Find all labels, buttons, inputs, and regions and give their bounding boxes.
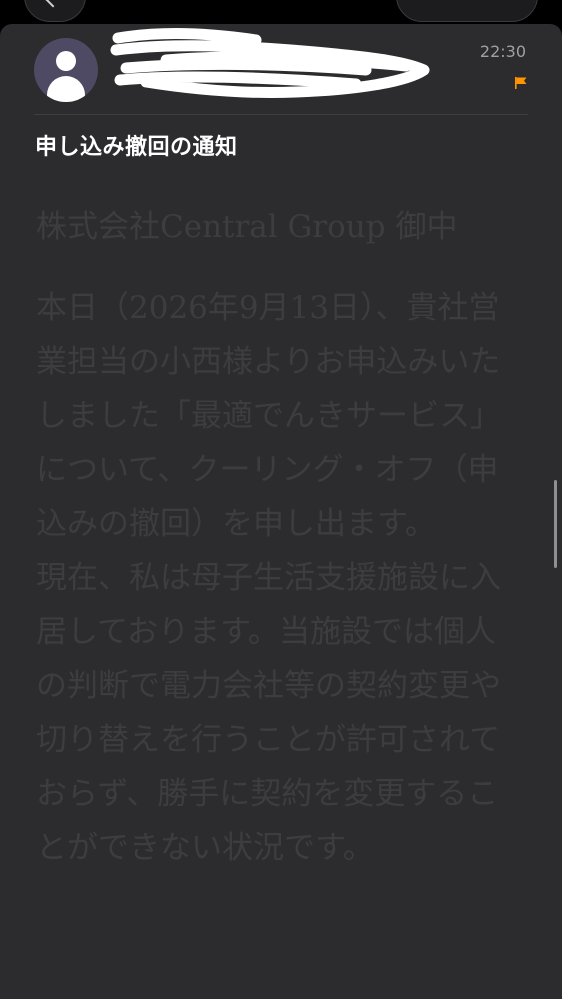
chevron-left-icon: [44, 0, 62, 8]
header-divider: [34, 114, 528, 115]
received-time: 22:30: [479, 42, 526, 61]
email-subject: 申し込み撤回の通知: [35, 135, 238, 160]
scrollbar[interactable]: [554, 480, 557, 568]
email-body: 株式会社Central Group 御中 本日（2026年9月13日）、貴社営業…: [36, 200, 526, 875]
email-paragraph-2: 現在、私は母子生活支援施設に入居しております。当施設では個人の判断で電力会社等の…: [36, 560, 501, 866]
mail-screen: 22:30 申し込み撤回の通知 株式会社Central Group 御中 本日（…: [0, 0, 562, 999]
toolbar-actions-pill[interactable]: [396, 0, 538, 22]
flag-icon[interactable]: [514, 76, 528, 90]
email-card: 22:30 申し込み撤回の通知 株式会社Central Group 御中 本日（…: [0, 24, 562, 999]
email-greeting: 株式会社Central Group 御中: [36, 209, 458, 245]
redaction-scribble: [110, 28, 430, 99]
email-paragraph-1: 本日（2026年9月13日）、貴社営業担当の小西様よりお申込みいたしました「最適…: [36, 290, 501, 542]
back-button[interactable]: [24, 0, 86, 22]
avatar[interactable]: [34, 38, 98, 102]
person-icon: [56, 51, 76, 71]
